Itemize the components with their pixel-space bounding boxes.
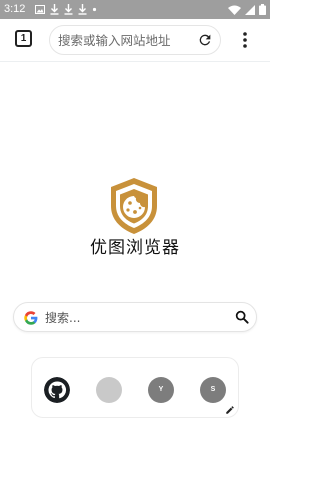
more-vert-icon[interactable] (238, 31, 252, 49)
status-time: 3:12 (4, 3, 26, 15)
signal-icon (245, 4, 255, 15)
image-icon (35, 5, 45, 14)
app-name: 优图浏览器 (90, 238, 180, 258)
letter-tile-s[interactable]: S (200, 377, 226, 403)
browser-home-screen: 3:12 1 搜索或输入网站地址 优图浏览器 搜索... Y S (0, 0, 270, 480)
tab-switcher-button[interactable]: 1 (15, 30, 32, 47)
wifi-icon (228, 5, 241, 15)
notification-icons (35, 3, 97, 16)
browser-toolbar: 1 搜索或输入网站地址 (0, 19, 270, 62)
status-bar: 3:12 (0, 0, 270, 19)
google-g-icon (24, 311, 38, 325)
download-icon (64, 4, 73, 15)
system-icons (228, 3, 266, 16)
download-icon (78, 4, 87, 15)
search-box[interactable]: 搜索... (13, 302, 257, 332)
github-icon[interactable] (44, 377, 70, 403)
download-icon (50, 4, 59, 15)
address-placeholder: 搜索或输入网站地址 (58, 33, 171, 48)
letter-tile-y[interactable]: Y (148, 377, 174, 403)
shield-cookie-icon (111, 178, 157, 234)
edit-pencil-icon[interactable] (225, 405, 235, 415)
search-placeholder: 搜索... (45, 311, 81, 325)
shortcuts-panel: Y S (31, 357, 239, 418)
battery-icon (259, 4, 266, 15)
reload-icon[interactable] (197, 32, 213, 48)
search-icon[interactable] (234, 309, 250, 325)
address-bar[interactable]: 搜索或输入网站地址 (49, 25, 221, 55)
blank-tile[interactable] (96, 377, 122, 403)
dot-icon (92, 7, 97, 12)
